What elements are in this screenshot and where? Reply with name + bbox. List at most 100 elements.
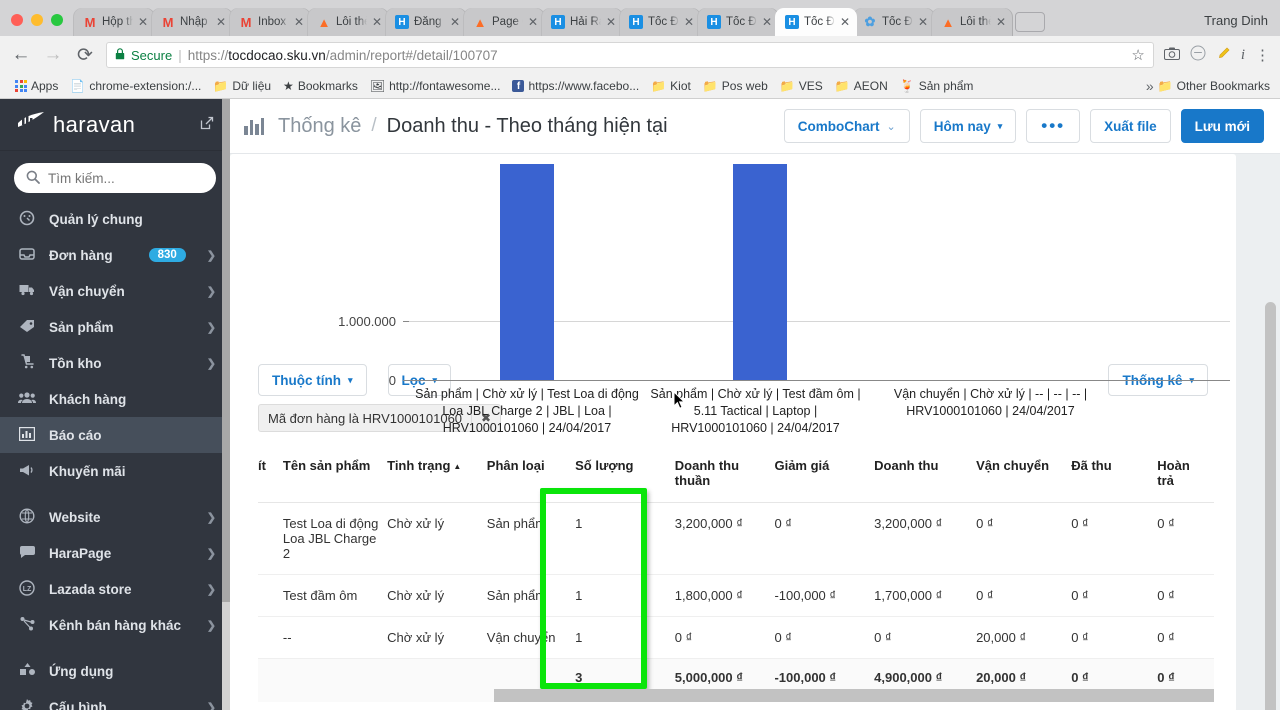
sidebar-item-báo-cáo[interactable]: Báo cáo xyxy=(0,417,230,453)
browser-tab[interactable]: ▲ Page Ch ✕ xyxy=(463,8,545,36)
tab-close-icon[interactable]: ✕ xyxy=(996,16,1006,28)
browser-tab[interactable]: M Hộp thư ✕ xyxy=(73,8,155,36)
tab-close-icon[interactable]: ✕ xyxy=(840,16,850,28)
close-window-button[interactable] xyxy=(11,14,23,26)
browser-tab[interactable]: ▲ Lỗi thẻ ✕ xyxy=(931,8,1013,36)
browser-tab[interactable]: H Tốc Độ ✕ xyxy=(619,8,701,36)
tab-close-icon[interactable]: ✕ xyxy=(606,16,616,28)
table-header-status[interactable]: Tinh trạng ▲ xyxy=(387,450,487,503)
tab-close-icon[interactable]: ✕ xyxy=(216,16,226,28)
bookmark-item[interactable]: 📁 Pos web xyxy=(698,77,773,95)
sidebar-item-tồn-kho[interactable]: Tồn kho ❯ xyxy=(0,345,230,381)
browser-tab[interactable]: ▲ Lỗi thẻ ✕ xyxy=(307,8,389,36)
table-horizontal-scrollbar[interactable] xyxy=(258,689,1214,702)
browser-tab[interactable]: ✿ Tốc Độ ✕ xyxy=(853,8,935,36)
table-header-revenue[interactable]: Doanh thu xyxy=(874,450,977,503)
table-header-it[interactable]: ít xyxy=(258,450,283,503)
sidebar-item-khuyến-mãi[interactable]: Khuyến mãi xyxy=(0,453,230,489)
tab-close-icon[interactable]: ✕ xyxy=(294,16,304,28)
info-icon[interactable]: i xyxy=(1241,47,1245,64)
bookmark-item[interactable]: 🍹 Sản phẩm xyxy=(895,77,979,95)
open-store-icon[interactable] xyxy=(200,116,214,133)
table-header-qty[interactable]: Số lượng xyxy=(575,450,675,503)
browser-tab[interactable]: M Nhập đơ ✕ xyxy=(151,8,233,36)
bookmarks-overflow[interactable]: » 📁 Other Bookmarks xyxy=(1146,78,1270,94)
sidebar-item-ứng-dụng[interactable]: Ứng dụng xyxy=(0,653,230,689)
window-controls[interactable] xyxy=(0,14,73,36)
table-cell-product: Test đầm ôm xyxy=(282,574,388,617)
breadcrumb-root[interactable]: Thống kê xyxy=(278,115,361,138)
sidebar-item-lazada-store[interactable]: LZ Lazada store ❯ xyxy=(0,571,230,607)
sidebar-item-kênh-bán-hàng-khác[interactable]: Kênh bán hàng khác ❯ xyxy=(0,607,230,643)
reload-button[interactable]: ⟳ xyxy=(74,44,96,67)
apps-icon xyxy=(18,662,36,680)
chart-bar-1[interactable] xyxy=(733,164,787,380)
more-actions-button[interactable]: ••• xyxy=(1026,109,1081,143)
sidebar-item-đơn-hàng[interactable]: Đơn hàng 830 ❯ xyxy=(0,237,230,273)
address-bar[interactable]: Secure | https://tocdocao.sku.vn/admin/r… xyxy=(106,42,1154,68)
tab-close-icon[interactable]: ✕ xyxy=(138,16,148,28)
table-row[interactable]: Test Loa di động Loa JBL Charge 2 Chờ xử … xyxy=(258,502,1214,575)
overflow-chevron-icon[interactable]: » xyxy=(1146,78,1154,94)
browser-tab[interactable]: H Đăng n ✕ xyxy=(385,8,467,36)
sidebar-item-khách-hàng[interactable]: Khách hàng xyxy=(0,381,230,417)
brand-header[interactable]: haravan xyxy=(0,99,230,151)
url-host: tocdocao.sku.vn xyxy=(228,47,326,63)
table-header-refund[interactable]: Hoàn trả xyxy=(1157,450,1214,503)
sidebar-item-harapage[interactable]: HaraPage ❯ xyxy=(0,535,230,571)
browser-tab[interactable]: M Inbox - ✕ xyxy=(229,8,311,36)
profile-name[interactable]: Trang Dinh xyxy=(1204,13,1280,36)
sidebar-item-sản-phẩm[interactable]: Sản phẩm ❯ xyxy=(0,309,230,345)
table-header-shipping[interactable]: Vận chuyển xyxy=(976,450,1072,503)
minimize-window-button[interactable] xyxy=(31,14,43,26)
search-input[interactable] xyxy=(48,170,225,186)
chart-type-select[interactable]: ComboChart ⌄ xyxy=(783,109,910,143)
table-row[interactable]: -- Chờ xử lý Vận chuyển 1 0 ₫ 0 ₫ 0 ₫ 20,000 ₫ 0… xyxy=(258,616,1214,659)
export-button[interactable]: Xuất file xyxy=(1090,109,1171,143)
css-extension-icon[interactable] xyxy=(1216,46,1231,64)
bookmark-item[interactable]: 📁 Dữ liệu xyxy=(208,77,276,95)
bookmark-item[interactable]: ★ Bookmarks xyxy=(278,77,363,95)
bookmark-item[interactable]: Apps xyxy=(10,77,63,95)
maximize-window-button[interactable] xyxy=(51,14,63,26)
page-vertical-scrollbar[interactable] xyxy=(1265,302,1276,710)
table-header-discount[interactable]: Giảm giá xyxy=(774,450,875,503)
browser-tab[interactable]: H Tốc Độ ✕ xyxy=(697,8,779,36)
tab-close-icon[interactable]: ✕ xyxy=(450,16,460,28)
bookmark-item[interactable]: 📁 Kiot xyxy=(646,77,696,95)
tab-close-icon[interactable]: ✕ xyxy=(528,16,538,28)
forward-button[interactable]: → xyxy=(42,44,64,66)
browser-menu-icon[interactable]: ⋮ xyxy=(1255,46,1270,64)
sidebar-item-cấu-hình[interactable]: Cấu hình ❯ xyxy=(0,689,230,710)
sidebar-scrollbar[interactable] xyxy=(222,99,230,710)
extension-icon[interactable] xyxy=(1190,45,1206,65)
bookmark-item[interactable]: 📁 AEON xyxy=(830,77,893,95)
tab-close-icon[interactable]: ✕ xyxy=(918,16,928,28)
table-header-net_revenue[interactable]: Doanh thu thuần xyxy=(674,450,775,503)
tab-close-icon[interactable]: ✕ xyxy=(762,16,772,28)
other-bookmarks-label[interactable]: Other Bookmarks xyxy=(1177,79,1270,93)
tab-close-icon[interactable]: ✕ xyxy=(684,16,694,28)
table-header-product[interactable]: Tên sản phẩm xyxy=(282,450,388,503)
chart-bar-0[interactable] xyxy=(500,164,554,380)
table-header-category[interactable]: Phân loại xyxy=(486,450,576,503)
date-range-button[interactable]: Hôm nay ▾ xyxy=(919,109,1017,143)
search-box[interactable] xyxy=(14,163,225,193)
back-button[interactable]: ← xyxy=(10,44,32,66)
table-header-collected[interactable]: Đã thu xyxy=(1071,450,1158,503)
tab-close-icon[interactable]: ✕ xyxy=(372,16,382,28)
screenshot-icon[interactable] xyxy=(1163,47,1180,64)
bookmark-item[interactable]: 📄 chrome-extension:/... xyxy=(65,77,206,95)
new-tab-button[interactable] xyxy=(1015,12,1045,32)
browser-tab[interactable]: H Hải Ra ✕ xyxy=(541,8,623,36)
browser-tab[interactable]: H Tốc Độ ✕ xyxy=(775,8,857,36)
sidebar-item-website[interactable]: Website ❯ xyxy=(0,499,230,535)
sidebar-item-vận-chuyển[interactable]: Vận chuyển ❯ xyxy=(0,273,230,309)
bookmark-item[interactable]: 🖼 http://fontawesome... xyxy=(365,77,506,95)
bookmark-item[interactable]: f https://www.facebo... xyxy=(507,77,644,95)
bookmark-item[interactable]: 📁 VES xyxy=(775,77,828,95)
save-new-button[interactable]: Lưu mới xyxy=(1180,109,1264,143)
bookmark-star-icon[interactable]: ☆ xyxy=(1131,46,1144,64)
sidebar-item-quản-lý-chung[interactable]: Quản lý chung xyxy=(0,201,230,237)
table-row[interactable]: Test đầm ôm Chờ xử lý Sản phẩm 1 1,800,000 ₫… xyxy=(258,574,1214,617)
